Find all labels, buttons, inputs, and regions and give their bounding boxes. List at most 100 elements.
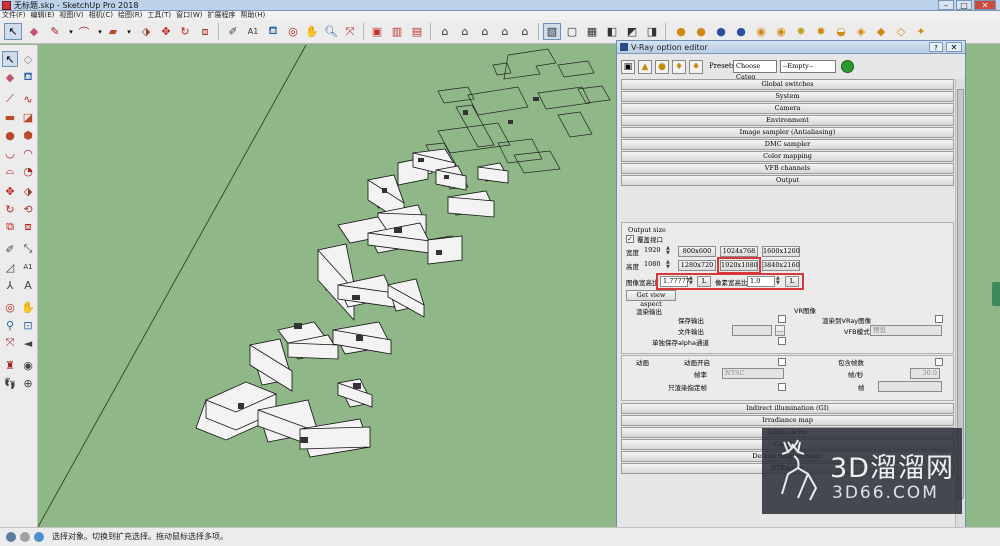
render-to-vray-image-checkbox[interactable] [935,315,943,323]
menu-help[interactable]: 帮助(H) [240,11,270,20]
vray-fur-icon[interactable]: ✦ [912,23,930,40]
save-alpha-checkbox[interactable] [778,337,786,345]
rollout-system[interactable]: System [621,91,954,102]
rotated-rectangle-icon[interactable]: ◪ [20,109,36,125]
rollout-camera[interactable]: Camera [621,103,954,114]
send-to-layout-icon[interactable]: ▤ [408,23,426,40]
tape-measure-icon[interactable]: ✐ [2,241,18,257]
help-button[interactable]: ? [929,42,943,52]
dimension-tool-icon[interactable]: ⤡ [20,241,36,257]
maximize-button[interactable]: □ [956,0,972,10]
rotate-tool-icon[interactable]: ↻ [176,23,194,40]
vray-rt-icon[interactable]: ● [712,23,730,40]
text-tool-icon[interactable]: A1 [20,259,36,275]
get-view-aspect-button[interactable]: Get view aspect [626,290,676,308]
menu-edit[interactable]: 编辑(E) [31,11,60,20]
pan-tool-icon[interactable]: ✋ [303,23,321,40]
preset-3840x2160-button[interactable]: 3840x2160 [762,260,800,271]
vray-ies-light-icon[interactable]: ✸ [792,23,810,40]
position-camera-icon[interactable]: ♜ [2,357,18,373]
vray-mesh-export-icon[interactable]: ◇ [892,23,910,40]
animation-on-checkbox[interactable] [778,358,786,366]
vray-options-icon[interactable]: ● [692,23,710,40]
height-spinner[interactable]: ▲ ▼ [666,260,672,271]
orbit-tool-icon[interactable]: ◎ [284,23,302,40]
render-key-frames-checkbox[interactable] [778,383,786,391]
front-view-icon[interactable]: ⌂ [476,23,494,40]
zoom-tool-icon[interactable]: ⚲ [2,317,18,333]
frame-rate-select[interactable]: NTSC [722,368,784,379]
file-browse-button[interactable]: … [775,325,785,336]
rectangle-tool-icon[interactable]: ▬ [2,109,18,125]
height-field[interactable]: 1080 [642,260,668,271]
vray-dome-light-icon[interactable]: ◒ [832,23,850,40]
presets-category-select[interactable]: Choose Categ [733,60,777,81]
help-icon[interactable] [34,532,44,542]
menu-extensions[interactable]: 扩展程序 [207,11,240,20]
file-output-field[interactable] [732,325,772,336]
vray-infinite-plane-icon[interactable]: ◆ [872,23,890,40]
paint-bucket-icon[interactable]: ⛾ [264,23,282,40]
rollout-indirect-illumination[interactable]: Indirect illumination (GI) [621,403,954,414]
arc-tool-icon[interactable]: ◡ [2,145,18,161]
frames-field[interactable] [878,381,942,392]
wireframe-style-icon[interactable]: ▢ [563,23,581,40]
rollout-image-sampler[interactable]: Image sampler (Antialiasing) [621,127,954,138]
vfb-mode-select[interactable]: 预览 [870,325,942,336]
two-point-arc-icon[interactable]: ◠ [20,145,36,161]
rollout-environment[interactable]: Environment [621,115,954,126]
3d-text-icon[interactable]: A [20,277,36,293]
vray-light-icon[interactable]: ◉ [752,23,770,40]
walk-tool-icon[interactable]: 👣︎ [2,375,18,391]
rollout-color-mapping[interactable]: Color mapping [621,151,954,162]
freehand-tool-icon[interactable]: ∿ [20,91,36,107]
vray-proxy-icon[interactable]: ◈ [852,23,870,40]
extension-warehouse-icon[interactable]: ▥ [388,23,406,40]
rollout-vfb-channels[interactable]: VFB channels [621,163,954,174]
model-viewport[interactable] [38,45,616,527]
rotate-tool-icon[interactable]: ↻ [2,201,18,217]
move-tool-icon[interactable]: ✥ [157,23,175,40]
sphere-icon[interactable]: ● [655,60,669,74]
push-pull-tool-icon[interactable]: ⬗ [20,183,36,199]
preset-1280x720-button[interactable]: 1280x720 [678,260,716,271]
width-spinner[interactable]: ▲ ▼ [666,246,672,257]
side-panel-tab[interactable] [992,282,1000,306]
menu-view[interactable]: 视图(V) [59,11,88,20]
tape-measure-icon[interactable]: ✐ [224,23,242,40]
rollout-global-switches[interactable]: Global switches [621,79,954,90]
save-icon[interactable]: ▣ [621,60,635,74]
close-button[interactable]: ✕ [946,42,962,52]
hidden-line-style-icon[interactable]: ▦ [583,23,601,40]
pie-tool-icon[interactable]: ◔ [20,163,36,179]
zoom-extents-icon[interactable]: ⤧ [341,23,359,40]
protractor-icon[interactable]: ◿ [2,259,18,275]
open-icon[interactable]: ▲ [638,60,652,74]
eraser-tool-icon[interactable]: ◆ [25,23,43,40]
menu-window[interactable]: 窗口(W) [176,11,207,20]
select-tool-icon[interactable]: ↖ [4,23,22,40]
apply-preset-button[interactable] [841,60,854,73]
width-field[interactable]: 1920 [642,246,668,257]
vray-sphere-light-icon[interactable]: ◉ [772,23,790,40]
zoom-window-icon[interactable]: ⊡ [20,317,36,333]
circle-tool-icon[interactable]: ● [2,127,18,143]
axes-tool-icon[interactable]: ⅄ [2,277,18,293]
menu-draw[interactable]: 绘图(R) [118,11,147,20]
text-tool-icon[interactable]: A1 [244,23,262,40]
select-tool-icon[interactable]: ↖ [2,51,18,67]
shaded-style-icon[interactable]: ◧ [603,23,621,40]
close-button[interactable]: ✕ [974,0,996,10]
preset-800x600-button[interactable]: 800x600 [678,246,716,257]
previous-view-icon[interactable]: ◄ [20,335,36,351]
look-around-icon[interactable]: ◉ [20,357,36,373]
line-tool-icon[interactable]: ⟋ [2,91,18,107]
rollout-output[interactable]: Output [621,175,954,186]
save-output-checkbox[interactable] [778,315,786,323]
preset-1600x1200-button[interactable]: 1600x1200 [762,246,800,257]
credits-icon[interactable] [20,532,30,542]
override-viewport-checkbox[interactable]: ✓ [626,235,634,243]
eraser-tool-icon[interactable]: ◆ [2,69,18,85]
move-tool-icon[interactable]: ✥ [2,183,18,199]
vray-omni-light-icon[interactable]: ✹ [812,23,830,40]
